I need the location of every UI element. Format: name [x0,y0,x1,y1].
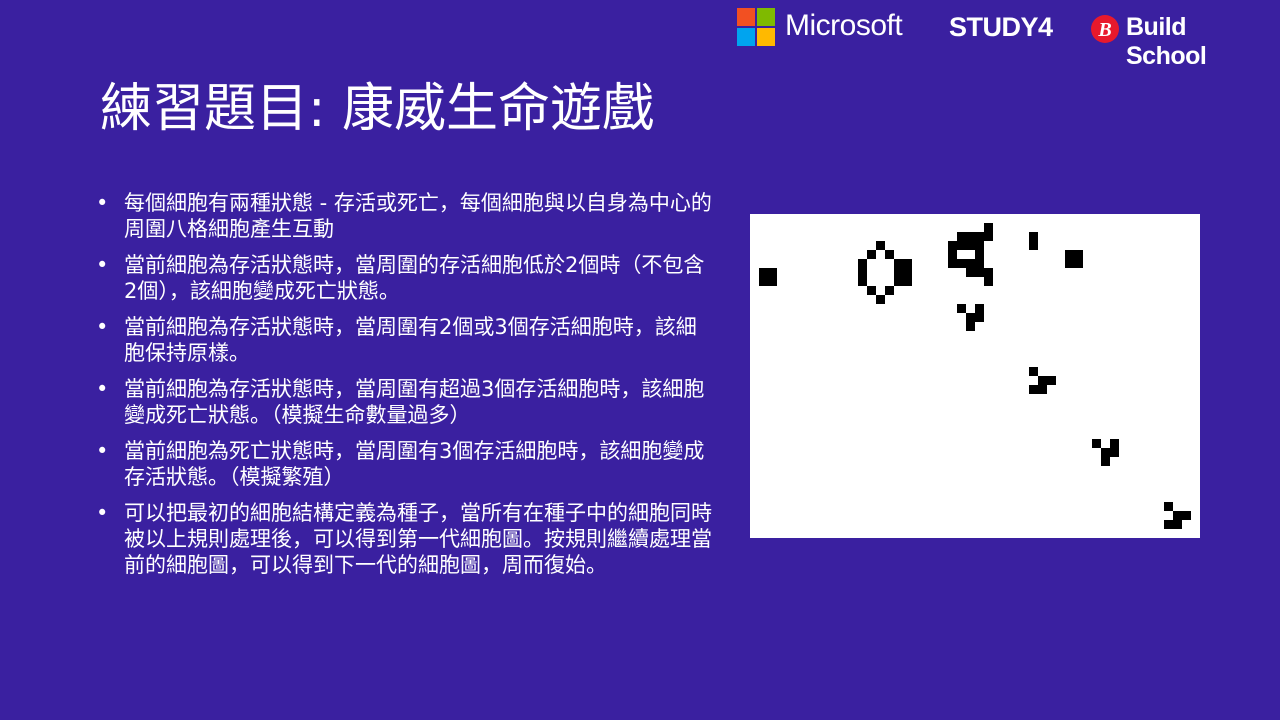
live-cell [1101,448,1119,457]
rules-list: 每個細胞有兩種狀態 - 存活或死亡，每個細胞與以自身為中心的周圍八格細胞產生互動… [96,190,716,588]
rule-bullet-2: 當前細胞為存活狀態時，當周圍的存活細胞低於2個時（不包含2個），該細胞變成死亡狀… [96,252,716,304]
live-cell [948,250,957,268]
live-cell [1092,439,1101,448]
rule-bullet-3: 當前細胞為存活狀態時，當周圍有2個或3個存活細胞時，該細胞保持原樣。 [96,314,716,366]
live-cell [876,295,885,304]
live-cell [1029,367,1038,376]
live-cell [885,250,894,259]
study4-logo-text: STUDY4 [949,12,1053,42]
live-cell [1110,439,1119,448]
live-cell [957,259,975,268]
live-cell [975,250,984,268]
rule-bullet-6: 可以把最初的細胞結構定義為種子，當所有在種子中的細胞同時被以上規則處理後，可以得… [96,500,716,578]
live-cell [957,232,984,241]
rule-bullet-4: 當前細胞為存活狀態時，當周圍有超過3個存活細胞時，該細胞變成死亡狀態。（模擬生命… [96,376,716,428]
live-cell [1101,457,1110,466]
live-cell [867,250,876,259]
slide-title: 練習題目: 康威生命遊戲 [100,79,655,139]
live-cell [966,313,984,322]
live-cell [858,259,867,286]
live-cell [966,268,984,277]
microsoft-logo-icon [737,8,775,46]
buildschool-logo-icon: B [1091,15,1119,43]
live-cell [1164,520,1182,529]
live-cell [759,268,777,286]
live-cell [1029,232,1038,250]
game-of-life-grid [759,223,1191,529]
live-cell [894,259,912,286]
live-cell [1065,250,1083,268]
rule-bullet-1: 每個細胞有兩種狀態 - 存活或死亡，每個細胞與以自身為中心的周圍八格細胞產生互動 [96,190,716,242]
live-cell [1038,376,1056,385]
live-cell [984,268,993,286]
rule-bullet-5: 當前細胞為死亡狀態時，當周圍有3個存活細胞時，該細胞變成存活狀態。（模擬繁殖） [96,438,716,490]
live-cell [1029,385,1047,394]
live-cell [966,322,975,331]
live-cell [885,286,894,295]
living-cells [759,223,1191,529]
buildschool-logo-text: Build School [1126,13,1207,70]
header-logos: Microsoft STUDY4 B Build School [737,8,1267,70]
game-of-life-board [750,214,1200,538]
live-cell [1164,502,1173,511]
live-cell [1173,511,1191,520]
live-cell [984,223,993,241]
live-cell [948,241,984,250]
live-cell [957,304,966,313]
live-cell [867,286,876,295]
microsoft-logo-text: Microsoft [785,9,903,42]
live-cell [876,241,885,250]
svg-text:B: B [1097,19,1111,41]
live-cell [975,304,984,313]
